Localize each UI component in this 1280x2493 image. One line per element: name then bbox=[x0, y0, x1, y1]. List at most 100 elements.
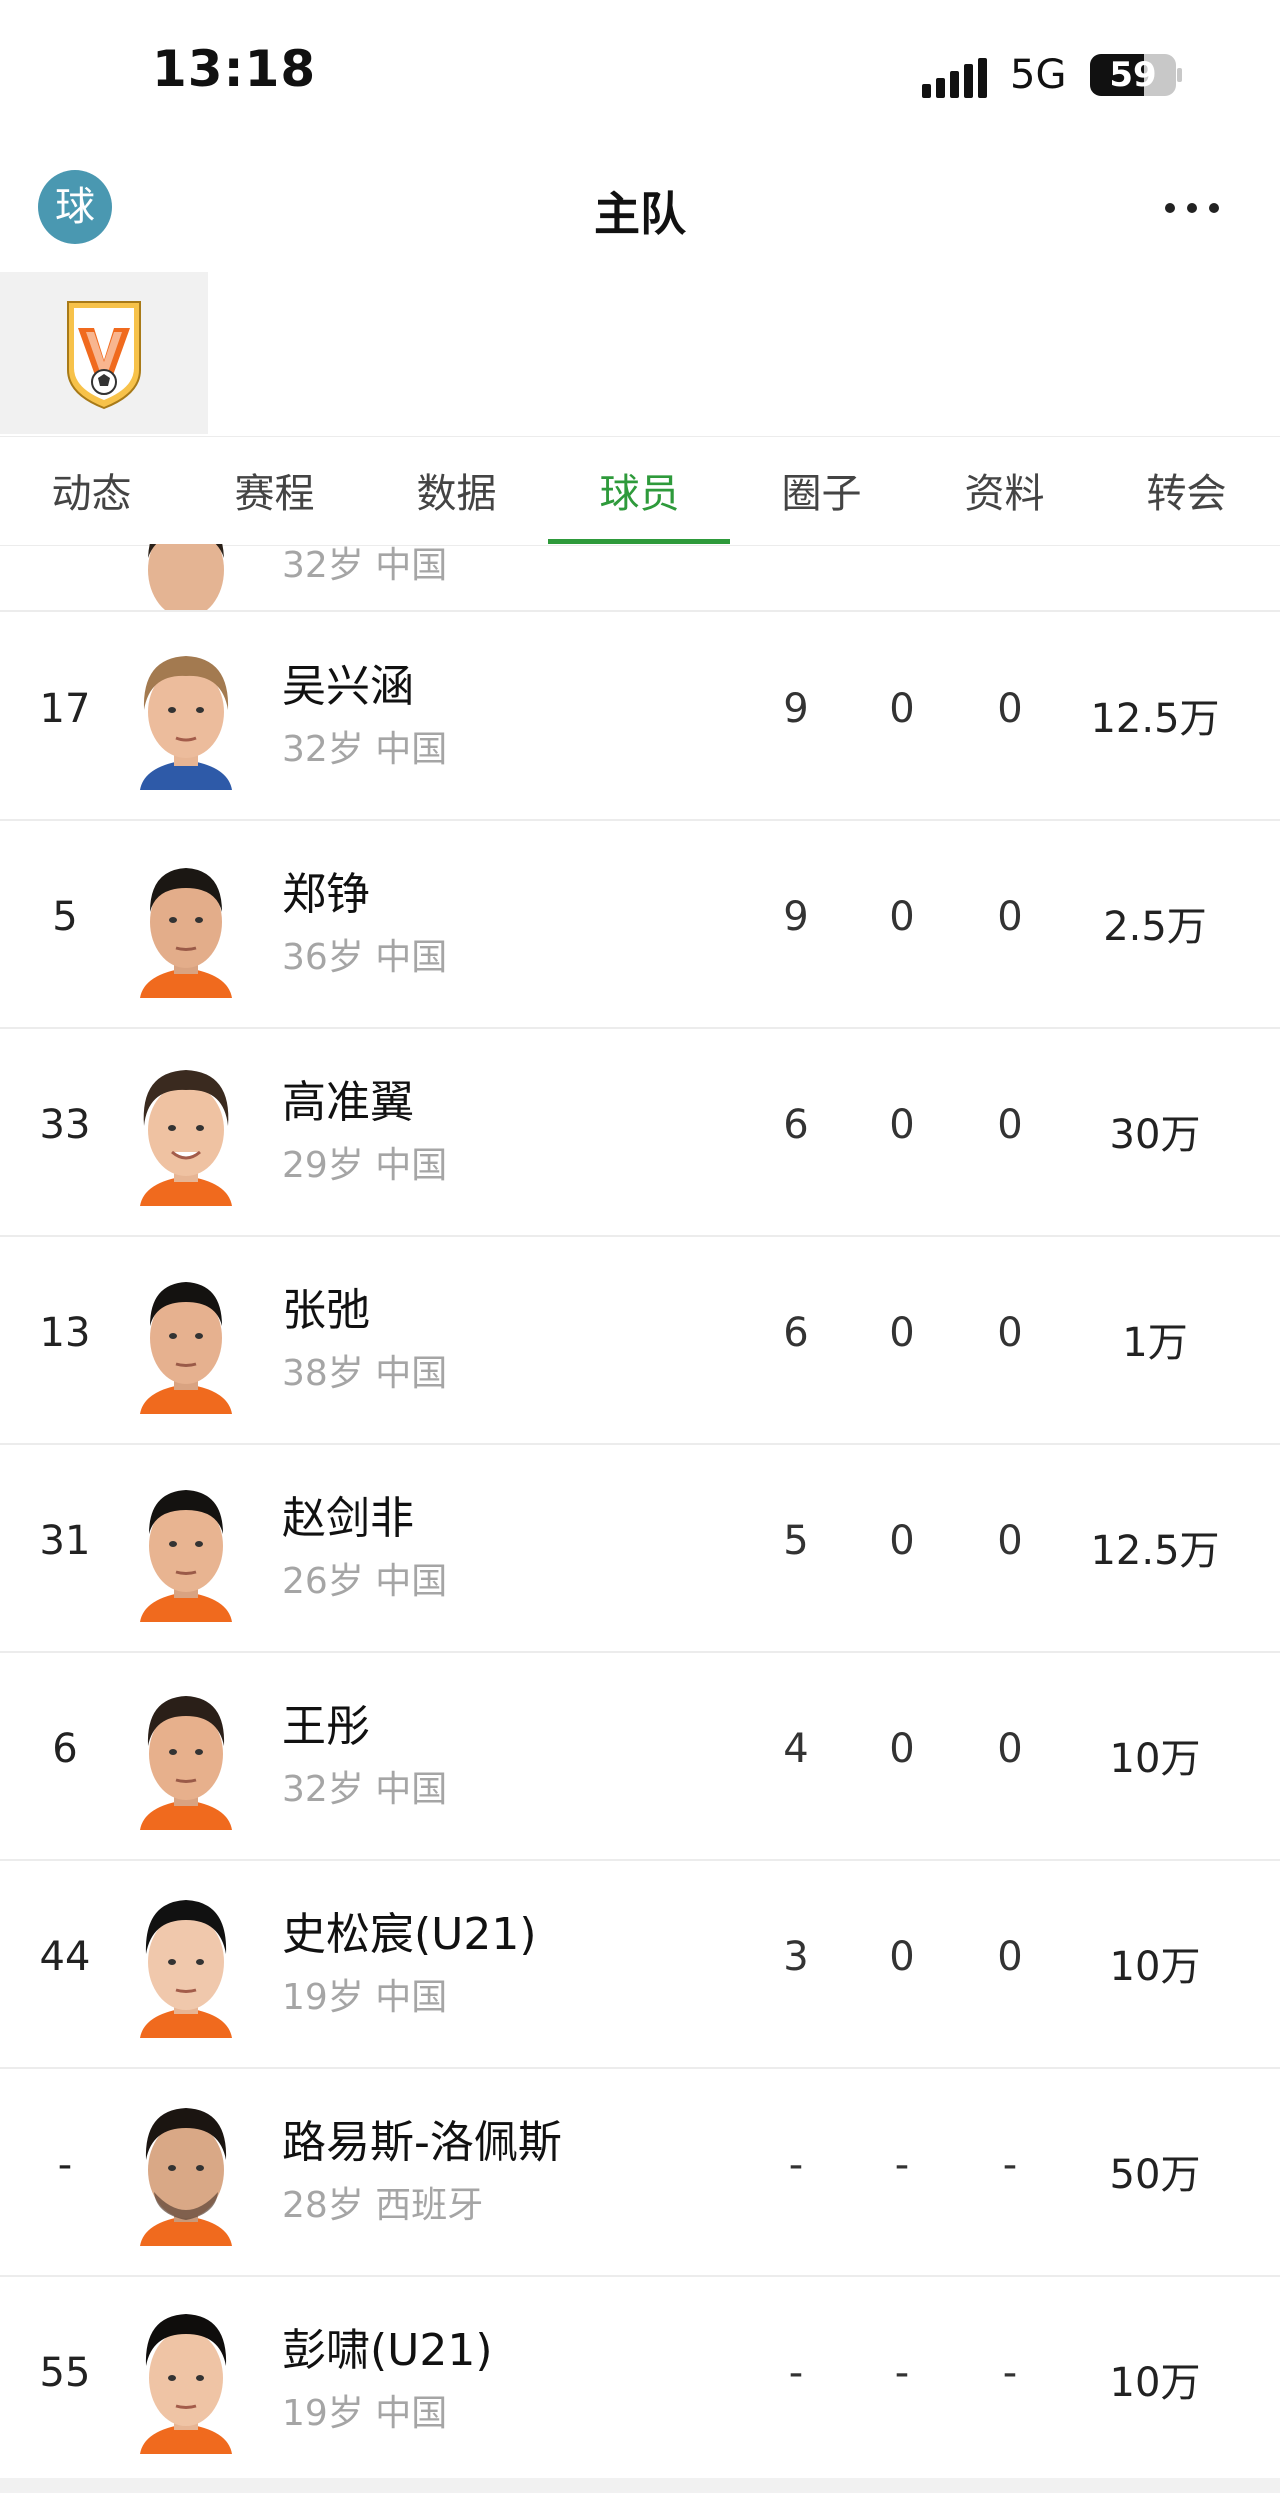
player-photo bbox=[148, 544, 224, 610]
player-value: 1万 bbox=[1122, 1320, 1188, 1366]
tab-players[interactable]: 球员 bbox=[548, 461, 731, 519]
player-stat-2: 0 bbox=[889, 686, 915, 732]
bottom-divider bbox=[0, 2478, 1280, 2493]
player-stat-2: - bbox=[894, 2350, 910, 2396]
player-age-country: 19岁 中国 bbox=[282, 2393, 448, 2434]
player-stat-1: 6 bbox=[783, 1102, 809, 1148]
tab-dynamics[interactable]: 动态 bbox=[0, 461, 183, 519]
player-row[interactable]: 5 郑铮 36岁 中国 9 0 0 2.5万 bbox=[0, 820, 1280, 1029]
player-stat-2: 0 bbox=[889, 1310, 915, 1356]
more-icon[interactable] bbox=[1162, 198, 1222, 218]
network-type: 5G bbox=[1010, 52, 1067, 98]
player-photo bbox=[140, 2108, 232, 2246]
tab-profile[interactable]: 资料 bbox=[913, 461, 1096, 519]
player-stat-3: 0 bbox=[997, 1310, 1023, 1356]
player-age-country: 32岁 中国 bbox=[282, 1769, 448, 1810]
player-photo bbox=[140, 1070, 232, 1206]
player-photo bbox=[140, 2314, 232, 2454]
player-stat-1: 9 bbox=[783, 686, 809, 732]
player-value: 10万 bbox=[1109, 1944, 1201, 1990]
player-stat-3: 0 bbox=[997, 894, 1023, 940]
player-photo bbox=[140, 1282, 232, 1414]
player-name: 史松宸(U21) bbox=[282, 1909, 537, 1960]
player-stat-3: 0 bbox=[997, 1726, 1023, 1772]
player-stat-2: 0 bbox=[889, 894, 915, 940]
player-age-country: 36岁 中国 bbox=[282, 937, 448, 978]
player-value: 2.5万 bbox=[1103, 904, 1207, 950]
player-stat-1: 9 bbox=[783, 894, 809, 940]
player-age-country: 32岁 中国 bbox=[282, 729, 448, 770]
tab-schedule[interactable]: 赛程 bbox=[183, 461, 366, 519]
player-name: 彭啸(U21) bbox=[282, 2325, 493, 2376]
player-photo bbox=[140, 1490, 232, 1622]
player-value: 12.5万 bbox=[1090, 696, 1220, 742]
player-age-country: 29岁 中国 bbox=[282, 1145, 448, 1186]
player-row[interactable]: - 路易斯-洛佩斯 28岁 西班牙 - - - 50万 bbox=[0, 2068, 1280, 2277]
player-stat-2: 0 bbox=[889, 1726, 915, 1772]
tab-bar: 动态 赛程 数据 球员 圈子 资料 转会 bbox=[0, 436, 1280, 546]
partial-player-sub: 32岁 中国 bbox=[282, 545, 448, 586]
player-stat-1: - bbox=[788, 2350, 804, 2396]
page-title: 主队 bbox=[594, 187, 686, 241]
player-row[interactable]: 6 王彤 32岁 中国 4 0 0 10万 bbox=[0, 1652, 1280, 1861]
player-stat-3: 0 bbox=[997, 686, 1023, 732]
player-stat-3: - bbox=[1002, 2350, 1018, 2396]
battery-level: 59 bbox=[1109, 55, 1157, 95]
player-name: 赵剑非 bbox=[282, 1493, 414, 1544]
player-name: 吴兴涵 bbox=[282, 661, 414, 712]
player-age-country: 28岁 西班牙 bbox=[282, 2185, 484, 2226]
player-number: 17 bbox=[39, 686, 91, 732]
player-row[interactable]: 55 彭啸(U21) 19岁 中国 - - - 10万 bbox=[0, 2276, 1280, 2485]
team-logo-icon bbox=[67, 301, 141, 410]
player-photo bbox=[140, 1696, 232, 1830]
signal-icon bbox=[922, 58, 987, 98]
player-number: 13 bbox=[39, 1310, 91, 1356]
player-row[interactable]: 17 吴兴涵 32岁 中国 9 0 0 12.5万 bbox=[0, 612, 1280, 821]
player-age-country: 26岁 中国 bbox=[282, 1561, 448, 1602]
player-number: 5 bbox=[52, 894, 78, 940]
player-stat-2: 0 bbox=[889, 1934, 915, 1980]
player-number: - bbox=[57, 2142, 73, 2188]
player-row[interactable]: 44 史松宸(U21) 19岁 中国 3 0 0 10万 bbox=[0, 1860, 1280, 2069]
header: 球 主队 bbox=[0, 150, 1280, 270]
player-age-country: 38岁 中国 bbox=[282, 1353, 448, 1394]
tab-transfers[interactable]: 转会 bbox=[1095, 461, 1278, 519]
player-stat-1: 6 bbox=[783, 1310, 809, 1356]
player-name: 郑铮 bbox=[282, 869, 370, 920]
player-name: 高准翼 bbox=[282, 1077, 414, 1128]
player-stat-3: 0 bbox=[997, 1102, 1023, 1148]
player-stat-2: 0 bbox=[889, 1518, 915, 1564]
partial-player-row[interactable]: 32岁 中国 bbox=[0, 544, 1280, 612]
player-value: 50万 bbox=[1109, 2152, 1201, 2198]
player-value: 12.5万 bbox=[1090, 1528, 1220, 1574]
player-stat-3: 0 bbox=[997, 1518, 1023, 1564]
player-row[interactable]: 33 高准翼 29岁 中国 6 0 0 30万 bbox=[0, 1028, 1280, 1237]
player-value: 30万 bbox=[1109, 1112, 1201, 1158]
status-time: 13:18 bbox=[152, 40, 317, 98]
player-row[interactable]: 13 张弛 38岁 中国 6 0 0 1万 bbox=[0, 1236, 1280, 1445]
player-stat-1: 3 bbox=[783, 1934, 809, 1980]
player-number: 44 bbox=[39, 1934, 91, 1980]
player-row[interactable]: 31 赵剑非 26岁 中国 5 0 0 12.5万 bbox=[0, 1444, 1280, 1653]
player-name: 张弛 bbox=[282, 1285, 370, 1336]
player-stat-2: - bbox=[894, 2142, 910, 2188]
player-number: 55 bbox=[39, 2350, 91, 2396]
tab-circle[interactable]: 圈子 bbox=[730, 461, 913, 519]
player-photo bbox=[140, 868, 232, 998]
player-photo bbox=[140, 656, 232, 790]
player-value: 10万 bbox=[1109, 2360, 1201, 2406]
player-stat-1: - bbox=[788, 2142, 804, 2188]
player-stat-1: 5 bbox=[783, 1518, 809, 1564]
team-logo-box[interactable] bbox=[0, 272, 208, 434]
player-number: 31 bbox=[39, 1518, 91, 1564]
player-name: 路易斯-洛佩斯 bbox=[282, 2117, 562, 2168]
player-stat-3: - bbox=[1002, 2142, 1018, 2188]
player-stat-3: 0 bbox=[997, 1934, 1023, 1980]
tab-data[interactable]: 数据 bbox=[365, 461, 548, 519]
status-bar: 13:18 5G 59 bbox=[0, 0, 1280, 150]
player-name: 王彤 bbox=[282, 1701, 370, 1752]
player-age-country: 19岁 中国 bbox=[282, 1977, 448, 2018]
player-value: 10万 bbox=[1109, 1736, 1201, 1782]
player-stat-2: 0 bbox=[889, 1102, 915, 1148]
player-photo bbox=[140, 1900, 232, 2038]
